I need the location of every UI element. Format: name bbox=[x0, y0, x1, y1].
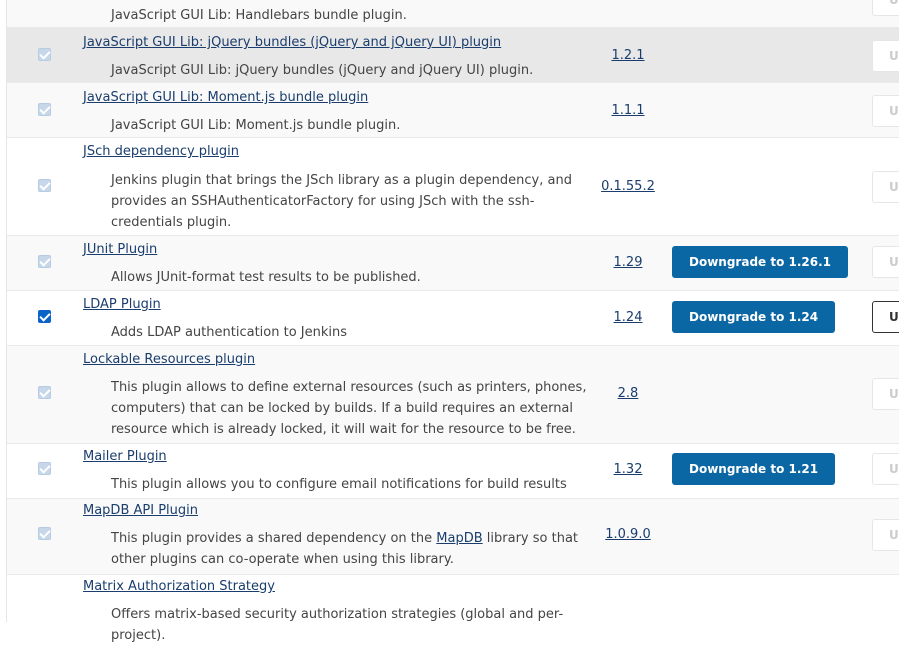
mapdb-link[interactable]: MapDB bbox=[436, 531, 482, 546]
plugin-description: JavaScript GUI Lib: Moment.js bundle plu… bbox=[111, 118, 401, 133]
plugin-name-link[interactable]: Lockable Resources plugin bbox=[83, 352, 255, 367]
table-row: Matrix Authorization Strategy Offers mat… bbox=[7, 575, 899, 643]
plugin-description: This plugin provides a shared dependency… bbox=[111, 531, 579, 567]
table-row: Lockable Resources plugin This plugin al… bbox=[7, 346, 899, 444]
plugin-name-link[interactable]: Matrix Authorization Strategy bbox=[83, 579, 275, 594]
plugin-name-link[interactable]: Mailer Plugin bbox=[83, 449, 167, 464]
plugin-description: Adds LDAP authentication to Jenkins bbox=[111, 325, 348, 340]
plugin-checkbox[interactable] bbox=[38, 103, 51, 116]
downgrade-button[interactable]: Downgrade to 1.26.1 bbox=[672, 246, 849, 278]
plugin-checkbox[interactable] bbox=[38, 462, 51, 475]
downgrade-button[interactable]: Downgrade to 1.21 bbox=[672, 453, 836, 485]
plugins-table: JavaScript GUI Lib: Handlebars bundle pl… bbox=[6, 0, 899, 643]
plugin-name-link[interactable]: JUnit Plugin bbox=[83, 242, 157, 257]
plugin-checkbox[interactable] bbox=[38, 255, 51, 268]
uninstall-button[interactable]: Uninstall bbox=[872, 378, 899, 410]
plugin-description: JavaScript GUI Lib: Handlebars bundle pl… bbox=[111, 8, 407, 23]
plugin-checkbox[interactable] bbox=[38, 310, 51, 323]
uninstall-button[interactable]: Uninstall bbox=[872, 40, 899, 72]
uninstall-button[interactable]: Uninstall bbox=[872, 171, 899, 203]
plugin-name-link[interactable]: JSch dependency plugin bbox=[83, 144, 239, 159]
downgrade-button[interactable]: Downgrade to 1.24 bbox=[672, 301, 836, 333]
table-row: JavaScript GUI Lib: jQuery bundles (jQue… bbox=[7, 28, 899, 83]
uninstall-button[interactable]: Uninstall bbox=[872, 0, 899, 16]
plugin-name-link[interactable]: MapDB API Plugin bbox=[83, 503, 198, 518]
table-row: JSch dependency plugin Jenkins plugin th… bbox=[7, 138, 899, 236]
plugin-version-link[interactable]: 1.2.1 bbox=[593, 48, 663, 63]
plugin-checkbox[interactable] bbox=[38, 527, 51, 540]
plugin-version-link[interactable]: 0.1.55.2 bbox=[593, 179, 663, 194]
uninstall-button[interactable]: Uninstall bbox=[872, 453, 899, 485]
plugin-name-link[interactable]: JavaScript GUI Lib: jQuery bundles (jQue… bbox=[83, 35, 501, 50]
table-row: LDAP Plugin Adds LDAP authentication to … bbox=[7, 291, 899, 346]
plugin-checkbox[interactable] bbox=[38, 386, 51, 399]
plugin-name-link[interactable]: LDAP Plugin bbox=[83, 297, 161, 312]
plugin-version-link[interactable]: 1.32 bbox=[593, 462, 663, 477]
plugin-version-link[interactable]: 1.1.1 bbox=[593, 103, 663, 118]
plugin-description: This plugin allows you to configure emai… bbox=[111, 477, 567, 492]
uninstall-button[interactable]: Uninstall bbox=[872, 95, 899, 127]
plugin-version-link[interactable]: 1.24 bbox=[593, 310, 663, 325]
plugin-description: JavaScript GUI Lib: jQuery bundles (jQue… bbox=[111, 63, 534, 78]
plugin-version-link[interactable]: 1.29 bbox=[593, 255, 663, 270]
plugin-description: This plugin allows to define external re… bbox=[111, 380, 587, 437]
plugin-version-link[interactable]: 1.0.9.0 bbox=[593, 527, 663, 542]
table-row: MapDB API Plugin This plugin provides a … bbox=[7, 499, 899, 575]
uninstall-button[interactable]: Uninstall bbox=[872, 519, 899, 551]
table-row: JavaScript GUI Lib: Handlebars bundle pl… bbox=[7, 0, 899, 28]
plugin-description: Offers matrix-based security authorizati… bbox=[111, 607, 564, 643]
plugin-name-link[interactable]: JavaScript GUI Lib: Moment.js bundle plu… bbox=[83, 90, 368, 105]
table-row: JUnit Plugin Allows JUnit-format test re… bbox=[7, 236, 899, 291]
table-row: Mailer Plugin This plugin allows you to … bbox=[7, 444, 899, 499]
plugin-checkbox[interactable] bbox=[38, 48, 51, 61]
table-row: JavaScript GUI Lib: Moment.js bundle plu… bbox=[7, 83, 899, 138]
plugin-description: Jenkins plugin that brings the JSch libr… bbox=[111, 173, 572, 230]
plugin-version-link[interactable]: 2.8 bbox=[593, 386, 663, 401]
plugin-description: Allows JUnit-format test results to be p… bbox=[111, 270, 421, 285]
plugin-checkbox[interactable] bbox=[38, 179, 51, 192]
uninstall-button[interactable]: Uninstall bbox=[872, 246, 899, 278]
uninstall-button[interactable]: Uninstall bbox=[872, 301, 899, 333]
